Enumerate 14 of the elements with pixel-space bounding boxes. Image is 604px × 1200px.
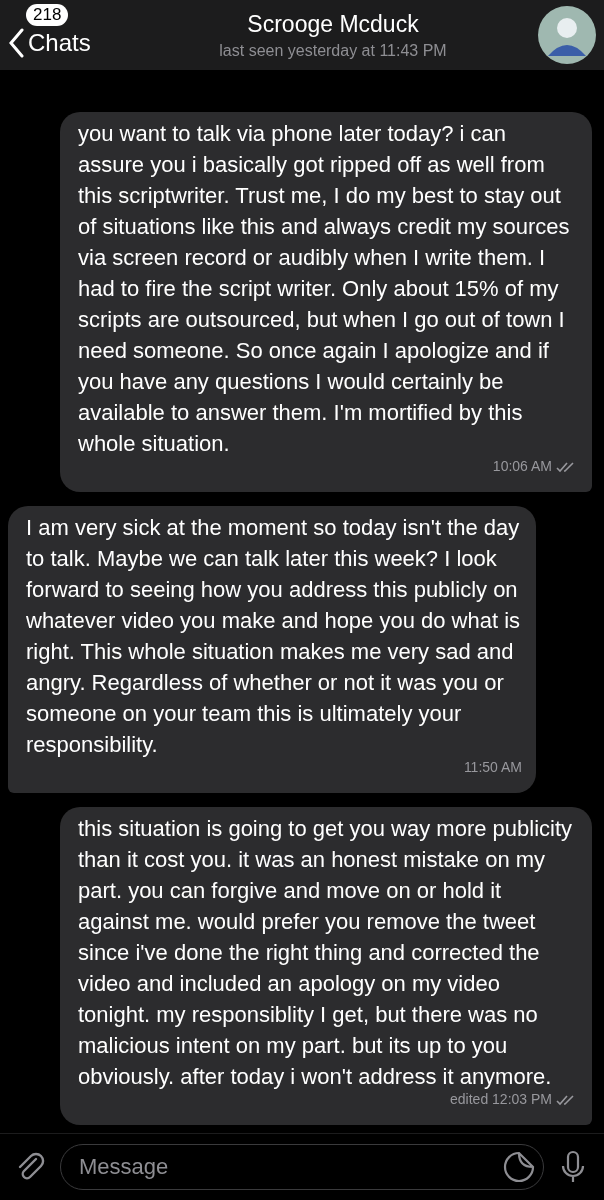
- message-field[interactable]: Message: [60, 1144, 544, 1190]
- contact-name: Scrooge Mcduck: [247, 10, 419, 38]
- message-time: edited 12:03 PM: [450, 1090, 552, 1109]
- unread-badge: 218: [26, 4, 69, 26]
- message-text: I am very sick at the moment so today isn't the day to talk. Maybe we can talk later this week? I look forward to seeing how you address this publicly on whatever video you make and hope you do what is right. This whole situation makes me very sad and angry. Regardless of whether or not it was you or someone on your team this is ultimately your responsibility.: [26, 514, 522, 759]
- avatar-icon[interactable]: [538, 6, 596, 64]
- last-seen-status: last seen yesterday at 11:43 PM: [219, 41, 447, 60]
- back-chevron-icon: [8, 28, 24, 58]
- back-button[interactable]: Chats: [8, 28, 91, 58]
- message-time: 10:06 AM: [492, 457, 552, 476]
- message-text: you want to talk via phone later today? i can assure you i basically got ripped off as well from this scriptwriter. Trust me, I do my best to stay out of situations like this and always credit my sources via screen record or audibly when I write them. I had to fire the script writer. Only about 15% of my scripts are outsourced, but when I go out of town I need someone. So once again I apologize and if you have any questions I would certainly be available to answer them. I'm mortified by this whole situation.: [78, 120, 571, 458]
- sticker-icon[interactable]: [502, 1150, 536, 1184]
- message-text: this situation is going to get you way more publicity than it cost you. it was an honest mistake on my part. you can forgive and move on or hold it against me. would prefer you remove the tweet since i've done the right thing and corrected the video and included an apology on my video tonight. my responsiblity I get, but there was no malicious intent on my part. but its up to you obviously. after today i won't address it anymore.: [78, 815, 574, 1091]
- message-time: 11:50 AM: [463, 758, 522, 777]
